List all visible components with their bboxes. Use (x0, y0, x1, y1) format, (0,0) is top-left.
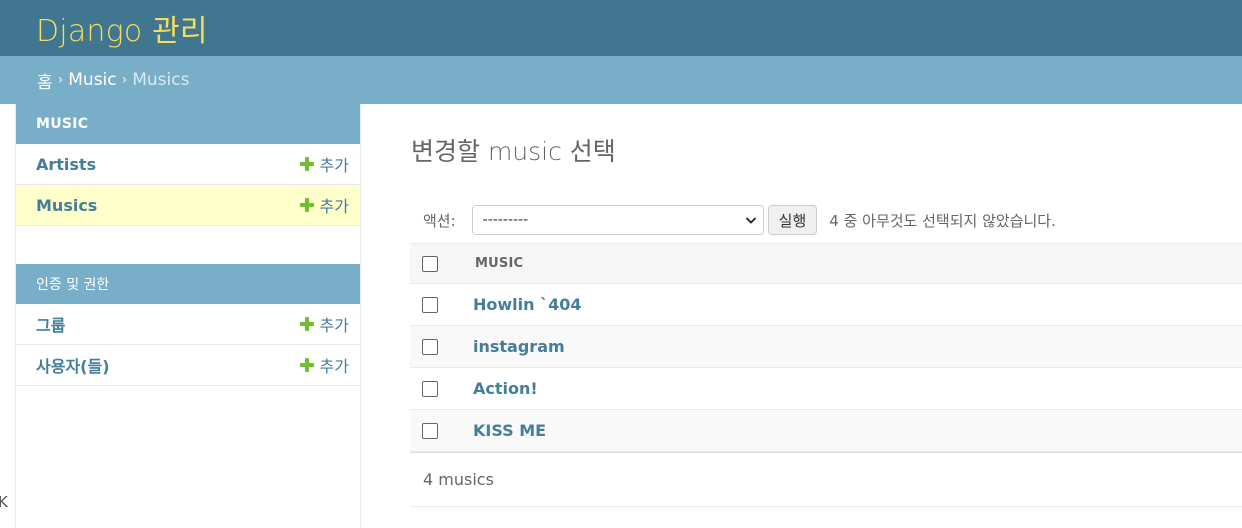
add-artist-button[interactable]: 추가 (299, 152, 349, 176)
table-row: instagram (410, 326, 1242, 368)
module-caption-label: 인증 및 권한 (36, 277, 110, 293)
plus-icon (299, 157, 314, 171)
model-link-artists[interactable]: Artists (36, 155, 96, 174)
model-link-musics[interactable]: Musics (36, 196, 97, 215)
add-music-button[interactable]: 추가 (299, 193, 349, 217)
select-all-checkbox[interactable] (422, 255, 438, 272)
sidebar-item-groups: 그룹 추가 (16, 304, 360, 345)
add-group-button[interactable]: 추가 (299, 312, 349, 336)
row-checkbox[interactable] (422, 338, 438, 355)
row-checkbox[interactable] (422, 422, 438, 439)
action-select-value: --------- (482, 212, 529, 228)
site-name-link[interactable]: Django 관리 (36, 6, 208, 50)
add-label: 추가 (319, 197, 349, 216)
action-label: 액션: (423, 211, 456, 230)
row-checkbox[interactable] (422, 296, 438, 313)
breadcrumb-app-link[interactable]: Music (68, 70, 116, 90)
row-link[interactable]: instagram (473, 337, 565, 356)
add-label: 추가 (319, 357, 349, 376)
run-action-button[interactable]: 실행 (767, 205, 818, 235)
table-header-row: MUSIC (410, 243, 1242, 284)
table-row: Howlin `404 (410, 284, 1242, 326)
module-caption-label: MUSIC (36, 116, 89, 132)
module-gap (16, 226, 360, 264)
breadcrumb-current: Musics (132, 70, 190, 90)
table-row: KISS ME (410, 410, 1242, 452)
action-select[interactable]: --------- (471, 205, 764, 235)
module-caption-auth[interactable]: 인증 및 권한 (16, 264, 360, 304)
result-count: 4 musics (423, 470, 494, 489)
breadcrumb: 홈 › Music › Musics (0, 56, 1242, 104)
breadcrumb-home-link[interactable]: 홈 (37, 68, 53, 93)
row-link[interactable]: KISS ME (473, 421, 546, 440)
actions-bar: 액션: --------- 실행 4 중 아무것도 선택되지 않았습니다. (410, 200, 1242, 240)
module-caption-music[interactable]: MUSIC (16, 104, 360, 144)
plus-icon (299, 198, 314, 212)
nav-sidebar: MUSIC Artists 추가 Musics 추가 인증 및 권한 그룹 추가… (15, 104, 361, 528)
action-counter: 4 중 아무것도 선택되지 않았습니다. (829, 211, 1056, 230)
chevron-down-icon (745, 217, 756, 224)
main-content: 변경할 music 선택 액션: --------- 실행 4 중 아무것도 선… (361, 104, 1242, 528)
sidebar-item-artists: Artists 추가 (16, 144, 360, 185)
paginator: 4 musics (410, 452, 1242, 507)
sidebar-toggle-strip[interactable]: K (0, 104, 15, 528)
sidebar-toggle-label: K (0, 493, 8, 511)
row-checkbox[interactable] (422, 380, 438, 397)
add-label: 추가 (319, 156, 349, 175)
breadcrumb-separator: › (121, 72, 128, 88)
plus-icon (299, 358, 314, 372)
result-table: MUSIC Howlin `404 instagram Action! KISS… (410, 243, 1242, 452)
sidebar-item-users: 사용자(들) 추가 (16, 345, 360, 386)
table-row: Action! (410, 368, 1242, 410)
add-user-button[interactable]: 추가 (299, 353, 349, 377)
model-link-groups[interactable]: 그룹 (36, 312, 65, 336)
column-header-music[interactable]: MUSIC (475, 256, 523, 271)
add-label: 추가 (319, 316, 349, 335)
row-link[interactable]: Action! (473, 379, 538, 398)
page-title: 변경할 music 선택 (411, 137, 616, 166)
breadcrumb-separator: › (57, 72, 64, 88)
sidebar-item-musics: Musics 추가 (16, 185, 360, 226)
model-link-users[interactable]: 사용자(들) (36, 353, 110, 377)
site-header: Django 관리 (0, 0, 1242, 56)
plus-icon (299, 317, 314, 331)
row-link[interactable]: Howlin `404 (473, 295, 582, 314)
